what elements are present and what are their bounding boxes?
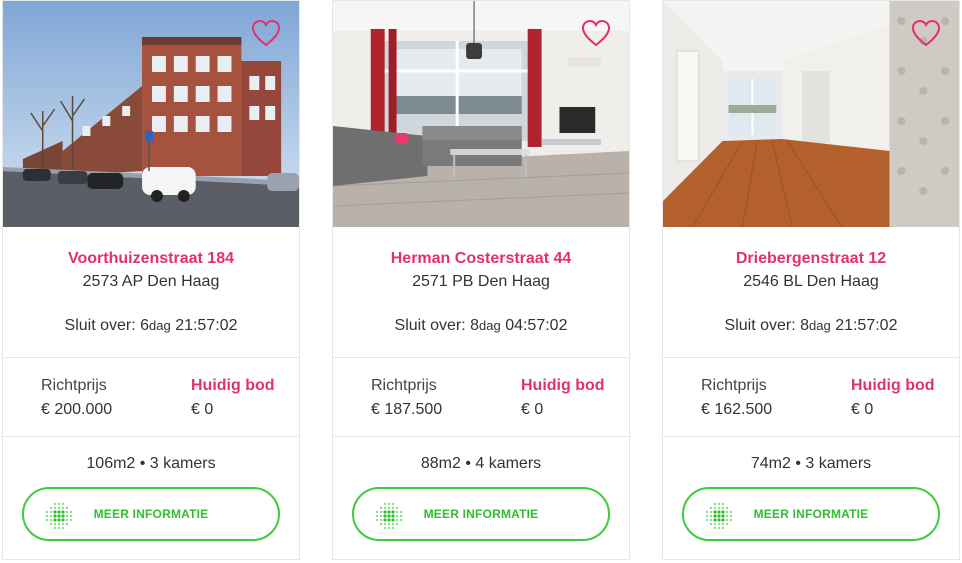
- more-info-button-label: MEER INFORMATIE: [423, 507, 539, 521]
- current-bid-value: € 0: [191, 401, 214, 418]
- current-bid-value: € 0: [521, 401, 544, 418]
- heart-outline-icon[interactable]: [581, 19, 611, 47]
- listing-street[interactable]: Herman Costerstraat 44: [333, 249, 629, 269]
- listing-city: 2573 AP Den Haag: [82, 273, 220, 290]
- closing-label: Sluit over:: [394, 317, 466, 334]
- current-bid-label: Huidig bod: [851, 377, 935, 394]
- listing-info: Herman Costerstraat 44 2571 PB Den Haag …: [333, 227, 629, 357]
- closing-days: 8: [470, 317, 480, 334]
- price-row: Richtprijs € 187.500 Huidig bod € 0: [333, 358, 629, 436]
- asking-price-label: Richtprijs: [701, 377, 767, 394]
- closing-days: 8: [800, 317, 810, 334]
- closing-unit: dag: [479, 318, 501, 333]
- closing-label: Sluit over:: [64, 317, 136, 334]
- asking-price-label: Richtprijs: [371, 377, 437, 394]
- closing-countdown: Sluit over: 6dag 21:57:02: [3, 316, 299, 336]
- closing-unit: dag: [149, 318, 171, 333]
- current-bid-block: Huidig bod € 0: [191, 376, 275, 420]
- current-bid-block: Huidig bod € 0: [851, 376, 935, 420]
- listing-card: Driebergenstraat 12 2546 BL Den Haag Slu…: [662, 0, 960, 560]
- asking-price-value: € 200.000: [41, 401, 113, 418]
- closing-label: Sluit over:: [724, 317, 796, 334]
- listing-city: 2546 BL Den Haag: [743, 273, 879, 290]
- listing-info: Driebergenstraat 12 2546 BL Den Haag Slu…: [663, 227, 959, 357]
- more-info-button[interactable]: MEER INFORMATIE: [682, 487, 940, 541]
- listing-photo[interactable]: [3, 1, 299, 227]
- current-bid-label: Huidig bod: [191, 377, 275, 394]
- asking-price-value: € 162.500: [701, 401, 773, 418]
- more-info-button[interactable]: MEER INFORMATIE: [22, 487, 280, 541]
- asking-price-block: Richtprijs € 200.000: [41, 376, 112, 420]
- listing-info: Voorthuizenstraat 184 2573 AP Den Haag S…: [3, 227, 299, 357]
- listing-specs: 88m2 • 4 kamers: [420, 455, 542, 472]
- listing-photo[interactable]: [663, 1, 959, 227]
- closing-unit: dag: [809, 318, 831, 333]
- listing-street[interactable]: Driebergenstraat 12: [663, 249, 959, 269]
- asking-price-block: Richtprijs € 162.500: [701, 376, 772, 420]
- listing-specs: 74m2 • 3 kamers: [750, 455, 872, 472]
- more-info-button-label: MEER INFORMATIE: [753, 507, 869, 521]
- listing-street[interactable]: Voorthuizenstraat 184: [3, 249, 299, 269]
- listing-cards: Voorthuizenstraat 184 2573 AP Den Haag S…: [0, 0, 962, 563]
- heart-outline-icon[interactable]: [911, 19, 941, 47]
- more-info-button[interactable]: MEER INFORMATIE: [352, 487, 610, 541]
- heart-outline-icon[interactable]: [251, 19, 281, 47]
- listing-photo[interactable]: [333, 1, 629, 227]
- more-info-button-label: MEER INFORMATIE: [93, 507, 209, 521]
- listing-city: 2571 PB Den Haag: [412, 273, 550, 290]
- current-bid-label: Huidig bod: [521, 377, 605, 394]
- listing-card: Voorthuizenstraat 184 2573 AP Den Haag S…: [2, 0, 300, 560]
- closing-time: 21:57:02: [175, 317, 238, 334]
- closing-countdown: Sluit over: 8dag 21:57:02: [663, 316, 959, 336]
- closing-time: 21:57:02: [835, 317, 898, 334]
- asking-price-label: Richtprijs: [41, 377, 107, 394]
- listing-card: Herman Costerstraat 44 2571 PB Den Haag …: [332, 0, 630, 560]
- asking-price-value: € 187.500: [371, 401, 443, 418]
- current-bid-value: € 0: [851, 401, 874, 418]
- price-row: Richtprijs € 200.000 Huidig bod € 0: [3, 358, 299, 436]
- closing-days: 6: [140, 317, 150, 334]
- asking-price-block: Richtprijs € 187.500: [371, 376, 442, 420]
- closing-countdown: Sluit over: 8dag 04:57:02: [333, 316, 629, 336]
- closing-time: 04:57:02: [505, 317, 568, 334]
- price-row: Richtprijs € 162.500 Huidig bod € 0: [663, 358, 959, 436]
- current-bid-block: Huidig bod € 0: [521, 376, 605, 420]
- listing-specs: 106m2 • 3 kamers: [86, 455, 216, 472]
